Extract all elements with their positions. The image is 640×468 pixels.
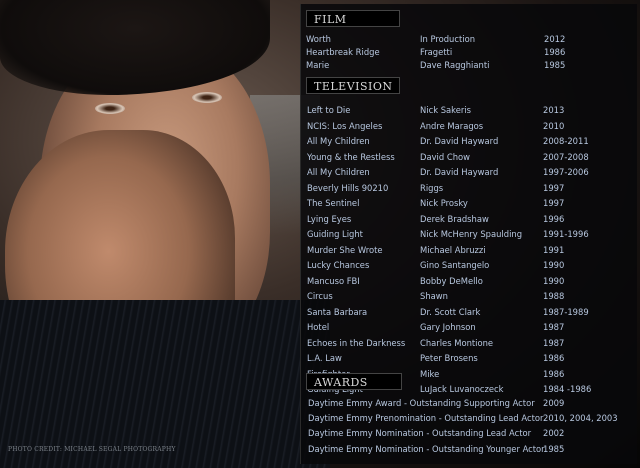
tv-role: David Chow: [420, 151, 470, 162]
tv-year: 1987: [543, 322, 565, 332]
tv-title: All My Children: [307, 136, 370, 146]
awards-heading: AWARDS: [306, 373, 402, 390]
tv-year: 2010: [543, 120, 565, 131]
award-year: 2009: [543, 398, 565, 408]
award-award: Daytime Emmy Nomination - Outstanding Le…: [308, 428, 532, 439]
tv-title: Circus: [307, 291, 333, 301]
tv-year: 1987: [543, 337, 565, 348]
tv-title: Lying Eyes: [307, 213, 352, 224]
film-role: In Production: [420, 34, 475, 44]
tv-year: 1986: [543, 353, 565, 363]
tv-year: 1984 -1986: [543, 384, 592, 394]
award-award: Daytime Emmy Award - Outstanding Support…: [308, 398, 535, 408]
shirt: [0, 300, 330, 468]
award-award: Daytime Emmy Prenomination - Outstanding…: [308, 413, 544, 424]
tv-role: Derek Bradshaw: [420, 213, 489, 224]
tv-role: Riggs: [420, 182, 444, 193]
tv-title: Young & the Restless: [307, 151, 395, 162]
award-award: Daytime Emmy Nomination - Outstanding Yo…: [308, 443, 545, 454]
tv-year: 1988: [543, 291, 565, 301]
tv-role: Dr. David Hayward: [420, 167, 499, 177]
film-title: Heartbreak Ridge: [306, 47, 380, 58]
tv-role: Peter Brosens: [420, 353, 478, 363]
film-role: Dave Ragghianti: [420, 60, 490, 71]
tv-year: 1996: [543, 213, 565, 224]
film-year: 1986: [544, 47, 566, 58]
tv-title: Mancuso FBI: [307, 275, 360, 286]
tv-role: Nick Prosky: [420, 198, 468, 208]
tv-role: Mike: [420, 368, 440, 379]
tv-role: Nick McHenry Spaulding: [420, 229, 523, 239]
tv-year: 1997: [543, 182, 565, 193]
photo-credit: PHOTO CREDIT: MICHAEL SEGAL PHOTOGRAPHY: [8, 446, 176, 453]
tv-year: 1987-1989: [543, 306, 589, 317]
tv-role: Shawn: [420, 291, 448, 301]
film-heading: FILM: [306, 10, 400, 27]
tv-role: Bobby DeMello: [420, 275, 483, 286]
tv-year: 1990: [543, 260, 565, 270]
tv-role: Charles Montione: [420, 337, 494, 348]
film-title: Worth: [306, 34, 331, 44]
award-year: 2002: [543, 428, 565, 439]
tv-year: 1990: [543, 275, 565, 286]
tv-role: Nick Sakeris: [420, 105, 471, 115]
tv-title: L.A. Law: [307, 353, 342, 363]
tv-year: 1997: [543, 198, 565, 208]
tv-role: Dr. Scott Clark: [420, 306, 481, 317]
television-heading: TELEVISION: [306, 77, 400, 94]
film-year: 2012: [544, 34, 566, 44]
right-eye: [192, 92, 222, 103]
award-year: 1985: [543, 443, 565, 454]
film-role: Fragetti: [420, 47, 453, 58]
film-year: 1985: [544, 60, 566, 71]
tv-title: Hotel: [307, 322, 330, 332]
tv-role: LuJack Luvanoczeck: [420, 384, 504, 394]
tv-year: 1986: [543, 368, 565, 379]
tv-year: 1991-1996: [543, 229, 589, 239]
tv-year: 2013: [543, 105, 565, 115]
tv-year: 1991: [543, 244, 565, 255]
tv-role: Andre Maragos: [420, 120, 484, 131]
award-year: 2010, 2004, 2003: [543, 413, 618, 424]
tv-title: All My Children: [307, 167, 370, 177]
tv-role: Gary Johnson: [420, 322, 476, 332]
film-title: Marie: [306, 60, 330, 71]
tv-title: Guiding Light: [307, 229, 363, 239]
tv-title: Santa Barbara: [307, 306, 368, 317]
tv-year: 1997-2006: [543, 167, 589, 177]
tv-year: 2008-2011: [543, 136, 589, 146]
tv-title: Left to Die: [307, 105, 351, 115]
tv-title: Echoes in the Darkness: [307, 337, 406, 348]
tv-role: Michael Abruzzi: [420, 244, 486, 255]
tv-title: Murder She Wrote: [307, 244, 383, 255]
left-eye: [95, 103, 125, 114]
tv-title: The Sentinel: [307, 198, 360, 208]
tv-title: Beverly Hills 90210: [307, 182, 389, 193]
tv-role: Dr. David Hayward: [420, 136, 499, 146]
tv-title: NCIS: Los Angeles: [307, 120, 383, 131]
tv-title: Lucky Chances: [307, 260, 370, 270]
tv-role: Gino Santangelo: [420, 260, 490, 270]
tv-year: 2007-2008: [543, 151, 589, 162]
